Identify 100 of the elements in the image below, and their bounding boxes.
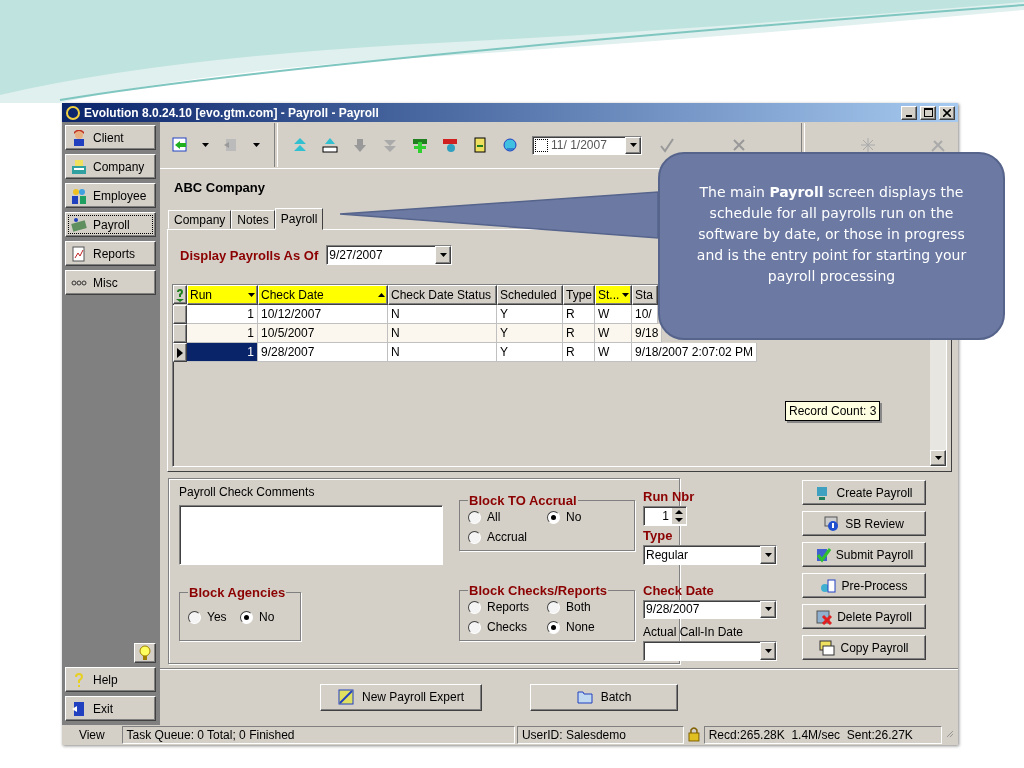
radio-label: No — [566, 510, 582, 524]
row-indicator[interactable] — [173, 324, 187, 343]
user-status: UserID: Salesdemo — [516, 726, 684, 744]
action-button[interactable]: Submit Payroll — [802, 542, 926, 567]
table-cell: 10/5/2007 — [258, 324, 388, 343]
double-down-icon — [382, 137, 398, 153]
dropdown-button[interactable] — [625, 136, 641, 154]
current-row-icon — [177, 347, 183, 358]
caret-down-icon — [934, 456, 942, 460]
table-cell: 1 — [187, 324, 258, 343]
table-cell: R — [563, 305, 595, 324]
radio-button[interactable] — [468, 620, 481, 634]
tab[interactable]: Notes — [231, 210, 275, 229]
table-cell: N — [388, 324, 497, 343]
minimize-button[interactable] — [901, 105, 917, 120]
payroll-expert-button[interactable]: New Payroll Expert — [320, 683, 482, 711]
column-header[interactable]: Sta — [632, 285, 658, 305]
caret-down-icon — [622, 293, 629, 297]
spin-arrows-icon — [672, 508, 686, 524]
check-date-dropdown[interactable]: 9/28/2007 — [643, 600, 777, 619]
date-dropdown[interactable]: 9/27/2007 — [326, 245, 453, 265]
caret-down-icon — [248, 293, 255, 297]
group-title: Block Checks/Reports — [468, 583, 608, 598]
group-title: Block Agencies — [188, 585, 287, 600]
radio-label: Reports — [487, 600, 530, 614]
dropdown-button[interactable] — [760, 601, 776, 618]
hint-button[interactable] — [134, 643, 156, 663]
sidebar-item[interactable]: Misc — [65, 270, 156, 295]
radio-button[interactable] — [547, 620, 560, 634]
date-field[interactable]: 11/ 1/2007 — [532, 135, 642, 155]
action-button[interactable]: Create Payroll — [802, 480, 926, 505]
dropdown-button[interactable] — [435, 246, 452, 264]
batch-button[interactable]: Batch — [530, 683, 678, 711]
sidebar-item[interactable]: Client — [65, 125, 156, 150]
sidebar-item[interactable]: Company — [65, 154, 156, 179]
type-dropdown[interactable]: Regular — [643, 545, 777, 565]
column-header[interactable]: Check Date Status — [388, 285, 497, 305]
type-label: Type — [643, 528, 674, 543]
cabinet-icon — [71, 158, 87, 175]
column-header[interactable]: Run — [187, 285, 258, 305]
radio-button[interactable] — [468, 530, 481, 544]
run-nbr-spinner[interactable]: 1 — [643, 506, 687, 526]
radio-button[interactable] — [547, 600, 560, 614]
caret-down-icon — [764, 607, 772, 612]
sidebar-item[interactable]: Reports — [65, 241, 156, 266]
action-button[interactable]: Copy Payroll — [802, 635, 926, 660]
radio-label: Accrual — [487, 530, 527, 544]
row-indicator[interactable] — [173, 343, 187, 362]
radio-button[interactable] — [188, 610, 201, 624]
tab[interactable]: Company — [168, 210, 232, 229]
table-cell: N — [388, 343, 497, 362]
radio-label: No — [259, 610, 275, 624]
table-cell: R — [563, 324, 595, 343]
maximize-button[interactable] — [920, 105, 936, 120]
tab[interactable]: Payroll — [274, 208, 324, 230]
comments-field[interactable] — [179, 505, 443, 565]
sidebar-item[interactable]: Payroll — [65, 212, 156, 237]
row-indicator[interactable] — [173, 305, 187, 324]
column-header[interactable]: St... — [595, 285, 632, 305]
radio-label: All — [487, 510, 501, 524]
table-cell: W — [595, 305, 632, 324]
plus-icon — [412, 137, 428, 153]
call-in-date-dropdown[interactable] — [643, 640, 777, 661]
radio-button[interactable] — [240, 610, 253, 624]
caret-down-icon — [764, 648, 772, 653]
dropdown-button[interactable] — [760, 641, 776, 660]
radio-button[interactable] — [547, 510, 560, 524]
company-name: ABC Company — [174, 179, 265, 195]
sidebar-item[interactable]: Employee — [65, 183, 156, 208]
column-header[interactable]: Type — [563, 285, 595, 305]
caret-down-icon — [253, 143, 260, 147]
callout-tooltip: The main Payroll screen displays the schedule for all payrolls run on the software by date, or those in progress and is the entry point for starting your payroll processing — [658, 152, 1005, 340]
person-icon — [71, 129, 87, 146]
radio-button[interactable] — [468, 510, 481, 524]
close-button[interactable] — [939, 105, 955, 120]
dropdown-button[interactable] — [760, 546, 776, 564]
help-button[interactable]: Help — [65, 667, 156, 692]
wizard-icon — [337, 689, 354, 705]
check-date-label: Check Date — [643, 583, 715, 598]
action-button[interactable]: Delete Payroll — [802, 604, 926, 629]
action-button[interactable]: SB Review — [802, 511, 926, 536]
copy-icon — [819, 639, 836, 656]
column-header[interactable]: Scheduled — [497, 285, 563, 305]
checkbox[interactable] — [535, 138, 548, 152]
tray-up-icon — [322, 137, 338, 153]
caret-down-icon — [439, 253, 447, 257]
info-icon — [824, 515, 841, 532]
table-cell: 1 — [187, 305, 258, 324]
action-button[interactable]: Pre-Process — [802, 573, 926, 598]
radio-label: Yes — [207, 610, 227, 624]
table-cell: Y — [497, 324, 563, 343]
caret-down-icon — [764, 553, 772, 557]
group-title: Block TO Accrual — [468, 493, 578, 508]
column-header[interactable]: Check Date — [258, 285, 388, 305]
report-icon — [71, 245, 87, 262]
exit-button[interactable]: Exit — [65, 696, 156, 721]
table-cell: R — [563, 343, 595, 362]
radio-button[interactable] — [468, 600, 481, 614]
scroll-down-button[interactable] — [930, 450, 946, 466]
door-icon — [71, 700, 87, 717]
